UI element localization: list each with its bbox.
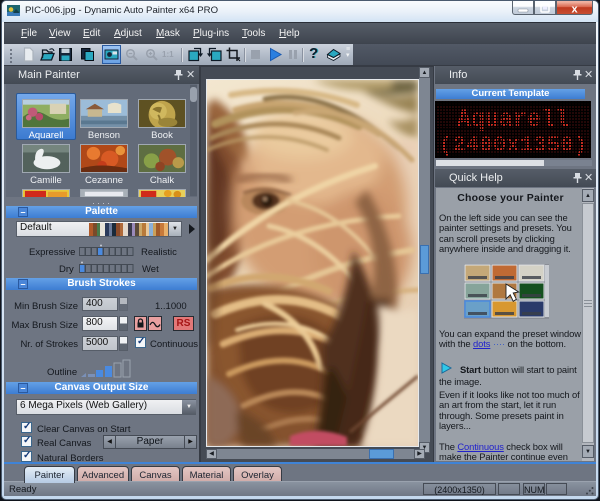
- svg-text:x: x: [571, 4, 578, 15]
- svg-text:(2400x1350): (2400x1350): [439, 133, 587, 158]
